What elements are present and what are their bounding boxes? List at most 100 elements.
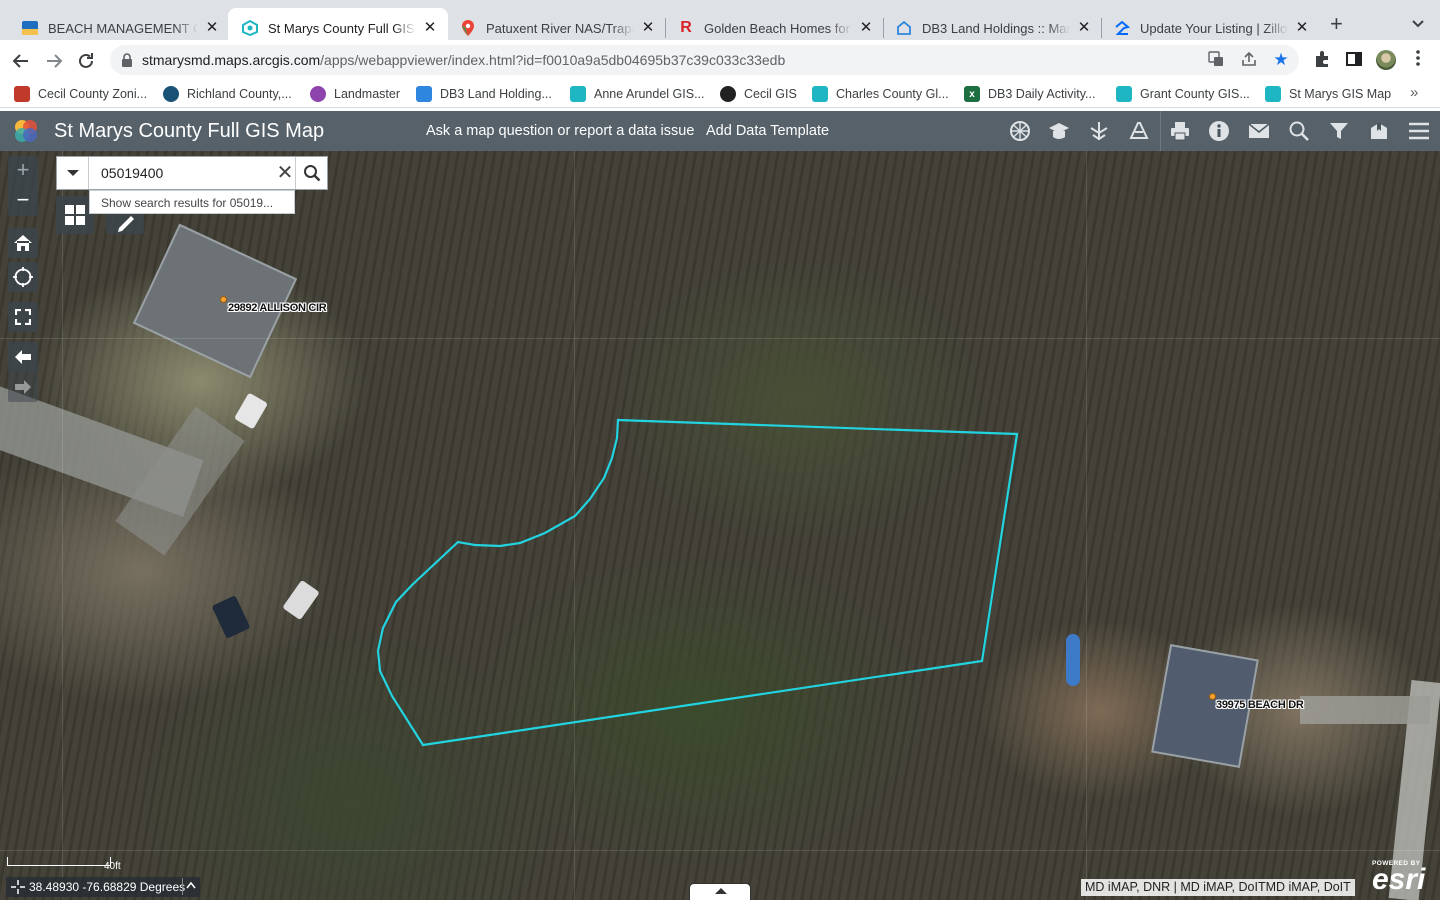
back-arrow-icon[interactable] [10, 50, 32, 72]
bookmark-db3-daily-activity[interactable]: x DB3 Daily Activity... [964, 85, 1095, 103]
basemap-gallery-icon[interactable] [1001, 111, 1039, 151]
lock-icon[interactable] [122, 53, 132, 67]
close-tab-icon[interactable]: ✕ [1294, 20, 1310, 36]
landmaster-favicon [310, 86, 326, 102]
arcgis-favicon [1265, 86, 1281, 102]
share-icon[interactable] [1240, 111, 1278, 151]
arcgis-favicon [570, 86, 586, 102]
clear-search-icon[interactable]: ✕ [275, 161, 295, 185]
search-widget: 05019400 ✕ [56, 156, 328, 190]
home-button[interactable] [8, 228, 38, 258]
forward-arrow-icon[interactable] [43, 50, 65, 72]
close-tab-icon[interactable]: ✕ [640, 20, 656, 36]
right-arrow-icon [15, 380, 31, 394]
coordinate-value: 38.48930 -76.68829 Degrees [29, 880, 186, 894]
fullscreen-button[interactable] [8, 302, 38, 332]
richland-favicon [163, 86, 179, 102]
bookmark-landmaster[interactable]: Landmaster [310, 85, 400, 103]
map-question-link[interactable]: Ask a map question or report a data issu… [426, 123, 694, 139]
address-bar[interactable]: stmarysmd.maps.arcgis.com/apps/webappvie… [110, 45, 1299, 75]
add-data-template-link[interactable]: Add Data Template [706, 123, 829, 139]
query-icon[interactable] [1280, 111, 1318, 151]
coordinate-options-chevron-icon[interactable] [182, 878, 198, 895]
map-view[interactable]: 29892 ALLISON CIR 39975 BEACH DR [0, 151, 1440, 900]
zoom-in-button[interactable]: + [8, 156, 38, 186]
bookmarks-bar: Cecil County Zoni... Richland County,...… [0, 80, 1440, 108]
address-label: 39975 BEACH DR [1216, 699, 1304, 711]
bookmark-richland-county[interactable]: Richland County,... [163, 85, 292, 103]
app-logo-icon [12, 117, 40, 145]
tab-search-chevron-icon[interactable] [1409, 14, 1427, 32]
previous-extent-button[interactable] [8, 342, 38, 372]
beach-management-favicon [22, 20, 38, 36]
address-point[interactable] [220, 296, 227, 303]
bookmark-star-icon[interactable]: ★ [1272, 51, 1290, 69]
close-tab-icon[interactable]: ✕ [1076, 20, 1092, 36]
side-panel-icon[interactable] [1344, 50, 1364, 70]
print-icon[interactable] [1160, 111, 1198, 151]
search-icon [304, 165, 321, 182]
bookmark-grant-county-gis[interactable]: Grant County GIS... [1116, 85, 1250, 103]
bookmark-st-marys-gis-map[interactable]: St Marys GIS Map [1265, 85, 1391, 103]
search-button[interactable] [295, 157, 328, 189]
esri-logo[interactable]: POWERED BY esri [1372, 860, 1425, 895]
locate-icon [13, 267, 33, 287]
bookmark-anne-arundel-gis[interactable]: Anne Arundel GIS... [570, 85, 705, 103]
google-maps-favicon [460, 20, 476, 36]
address-point[interactable] [1209, 693, 1216, 700]
profile-avatar[interactable] [1376, 50, 1396, 70]
close-tab-icon[interactable]: ✕ [204, 20, 220, 36]
arcgis-favicon [1116, 86, 1132, 102]
zillow-favicon [416, 86, 432, 102]
close-tab-icon[interactable]: ✕ [858, 20, 874, 36]
bookmarks-overflow-icon[interactable]: » [1410, 84, 1418, 101]
browser-menu-icon[interactable] [1408, 50, 1428, 70]
pencil-icon [118, 216, 134, 232]
tab-title: St Marys County Full GIS M [268, 20, 416, 36]
cecil-gis-favicon [720, 86, 736, 102]
new-tab-button[interactable]: + [1330, 12, 1350, 36]
education-icon[interactable] [1040, 111, 1078, 151]
grid-icon [65, 205, 85, 225]
bookmark-db3-land-holdings[interactable]: DB3 Land Holding... [416, 85, 552, 103]
left-arrow-icon [15, 350, 31, 364]
reload-icon[interactable] [75, 50, 97, 72]
legend-icon[interactable] [1120, 111, 1158, 151]
app-title: St Marys County Full GIS Map [54, 120, 325, 142]
extensions-icon[interactable] [1312, 50, 1332, 70]
zoom-out-button[interactable]: − [8, 186, 38, 216]
bookmark-cecil-gis[interactable]: Cecil GIS [720, 85, 797, 103]
filter-icon[interactable] [1320, 111, 1358, 151]
translate-icon[interactable] [1207, 51, 1225, 69]
search-input[interactable]: 05019400 [101, 165, 163, 181]
home-icon [14, 235, 32, 251]
attribute-table-toggle[interactable] [689, 883, 751, 900]
excel-favicon: x [964, 86, 980, 102]
crosshair-icon[interactable] [11, 880, 25, 894]
next-extent-button[interactable] [8, 372, 38, 402]
close-tab-icon[interactable]: ✕ [422, 20, 438, 36]
tab-title: Update Your Listing | Zillow [1140, 20, 1288, 36]
bookmark-icon[interactable] [1360, 111, 1398, 151]
realtor-favicon: R [680, 19, 692, 36]
url-text: stmarysmd.maps.arcgis.com/apps/webappvie… [142, 52, 786, 68]
draw-tool-button[interactable] [106, 214, 144, 234]
tab-title: DB3 Land Holdings :: Mana [922, 20, 1070, 36]
scale-label: 40ft [104, 861, 121, 872]
cecil-favicon [14, 86, 30, 102]
info-icon[interactable] [1200, 111, 1238, 151]
scale-bar [7, 857, 111, 866]
menu-icon[interactable] [1400, 111, 1438, 151]
tab-title: Patuxent River NAS/Trapne [486, 20, 634, 36]
bookmark-charles-county-gis[interactable]: Charles County Gl... [812, 85, 949, 103]
parcel-boundary[interactable] [0, 151, 1440, 900]
my-location-button[interactable] [8, 262, 38, 292]
coordinate-display: 38.48930 -76.68829 Degrees [6, 877, 200, 897]
search-source-dropdown[interactable] [57, 157, 89, 189]
fullscreen-icon [15, 309, 31, 325]
search-suggestion-item[interactable]: Show search results for 05019... [89, 190, 295, 214]
share-page-icon[interactable] [1240, 51, 1258, 69]
arcgis-favicon [812, 86, 828, 102]
bookmark-cecil-county-zoning[interactable]: Cecil County Zoni... [14, 85, 147, 103]
layer-list-icon[interactable] [1080, 111, 1118, 151]
